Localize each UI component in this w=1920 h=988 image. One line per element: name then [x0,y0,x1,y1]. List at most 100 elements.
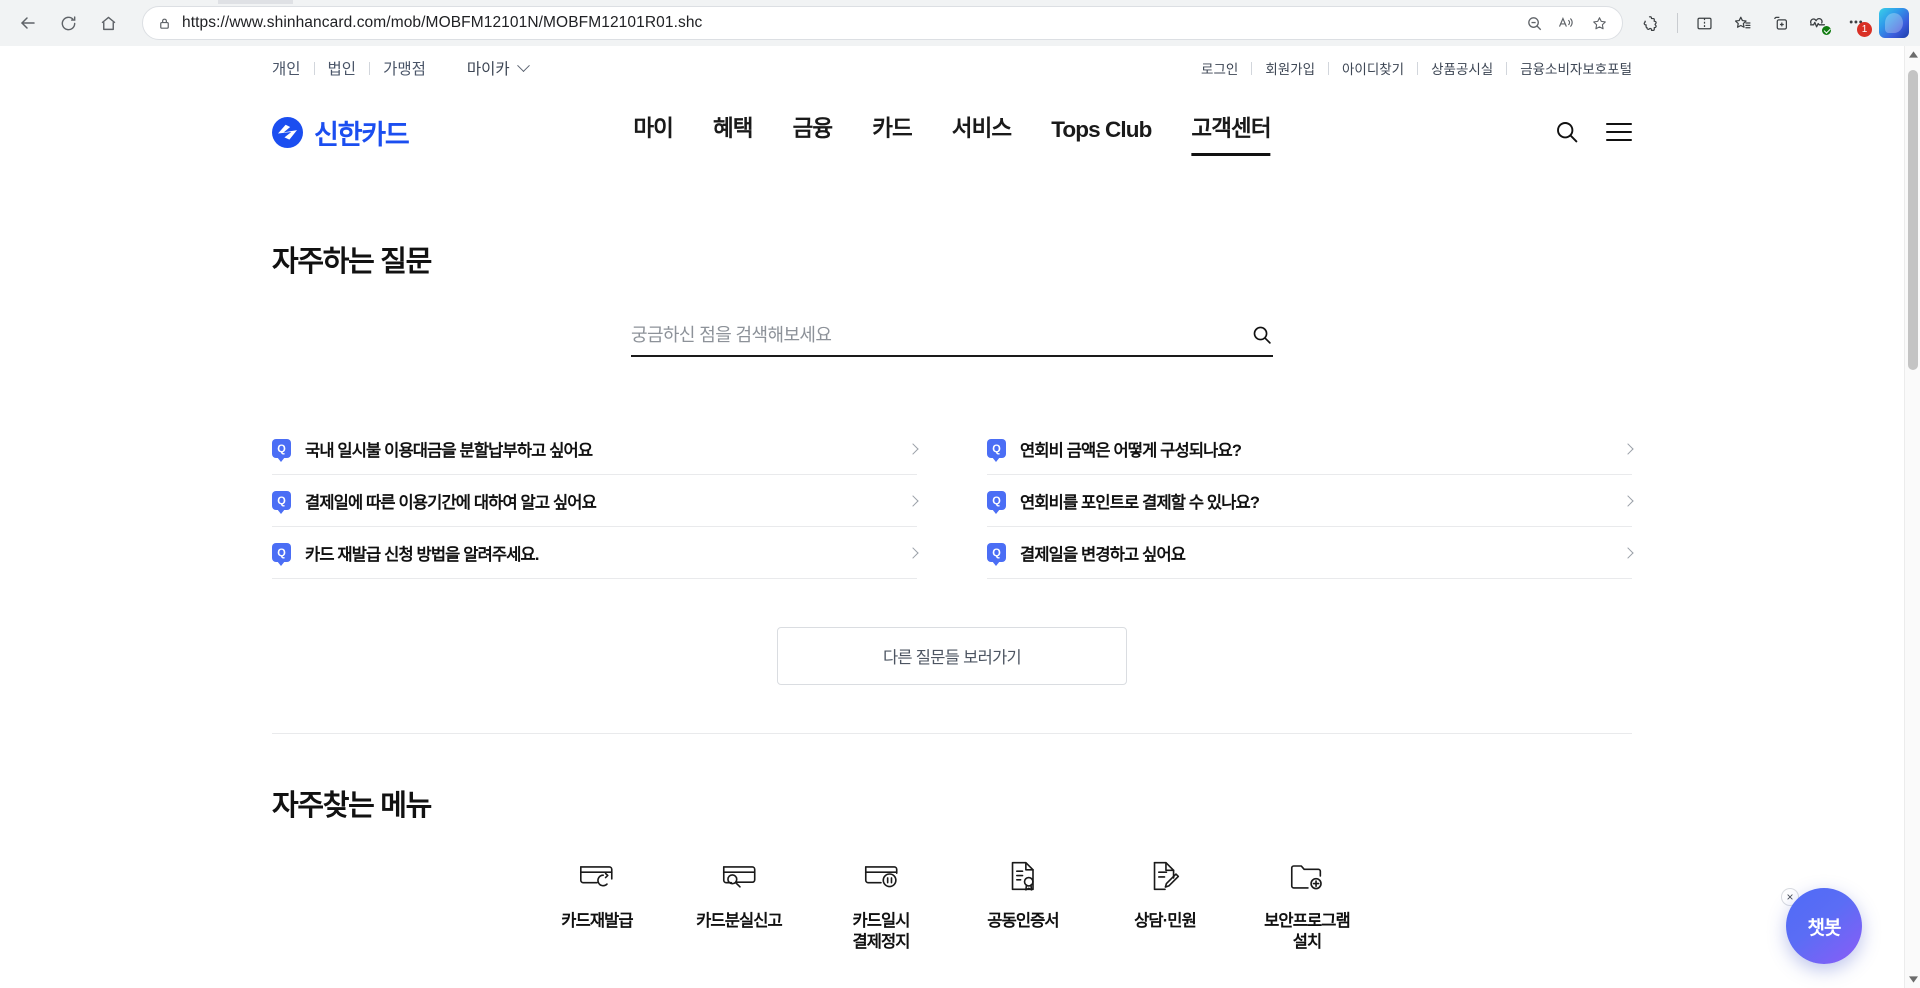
mycar-dropdown[interactable]: 마이카 [466,57,530,79]
read-aloud-icon[interactable] [1550,9,1582,37]
url-text: https://www.shinhancard.com/mob/MOBFM121… [182,14,703,31]
scroll-down-icon[interactable] [1905,971,1920,988]
header-actions [1554,119,1632,145]
quick-menu-item-joint-certificate[interactable]: 공동인증서 [952,854,1094,952]
link-consumer-protection-portal[interactable]: 금융소비자보호포털 [1507,58,1632,78]
card-loss-report-icon [718,854,760,898]
site-info-lock-icon[interactable] [157,16,172,31]
utility-nav-container: 개인 법인 가맹점 마이카 로그인 회원가입 아이디찾기 상품공시실 금융소비자… [272,46,1632,90]
favorite-star-icon[interactable] [1582,8,1616,38]
hamburger-menu-icon[interactable] [1606,123,1632,141]
quick-menu-label: 카드일시 결제정지 [852,912,910,951]
quick-menu-grid: 카드재발급 카드분실신고 카드일시 결제정지 공동인증서 상담·민원 보안프로그… [272,854,1632,952]
scroll-up-icon[interactable] [1905,46,1920,63]
chatbot-button[interactable]: 챗봇 [1786,888,1862,964]
faq-column-right: Q 연회비 금액은 어떻게 구성되나요? Q 연회비를 포인트로 결제할 수 있… [987,423,1634,579]
section-divider [272,733,1632,734]
scrollbar-thumb[interactable] [1908,70,1918,370]
link-product-disclosure[interactable]: 상품공시실 [1418,58,1506,78]
web-page: 개인 법인 가맹점 마이카 로그인 회원가입 아이디찾기 상품공시실 금융소비자… [0,46,1904,988]
segment-merchant[interactable]: 가맹점 [370,57,439,79]
quick-menu-item-card-reissue[interactable]: 카드재발급 [526,854,668,952]
consultation-complaint-icon [1144,854,1186,898]
faq-item-label: 연회비 금액은 어떻게 구성되나요? [1020,441,1242,460]
chevron-right-icon [907,494,919,507]
chevron-right-icon [1622,494,1634,507]
faq-list: Q 국내 일시불 이용대금을 분할납부하고 싶어요 Q 결제일에 따른 이용기간… [272,423,1634,579]
security-program-install-icon [1286,854,1328,898]
nav-item-finance[interactable]: 금융 [793,111,834,174]
question-badge-icon: Q [987,543,1006,566]
collections-icon[interactable] [1724,6,1760,40]
settings-and-more-icon[interactable]: 1 [1838,6,1874,40]
card-payment-pause-icon [860,854,902,898]
link-login[interactable]: 로그인 [1188,58,1251,78]
faq-item[interactable]: Q 연회비를 포인트로 결제할 수 있나요? [987,475,1634,527]
page-title: 자주하는 질문 [272,246,432,278]
nav-item-service[interactable]: 서비스 [952,111,1012,174]
quick-menu-label: 상담·민원 [1134,912,1197,930]
search-submit-icon[interactable] [1241,324,1273,346]
header-container: 신한카드 마이 혜택 금융 카드 서비스 Tops Club 고객센터 [272,90,1632,174]
site-logo[interactable]: 신한카드 [272,113,410,152]
page-viewport: 개인 법인 가맹점 마이카 로그인 회원가입 아이디찾기 상품공시실 금융소비자… [0,46,1920,988]
nav-item-my[interactable]: 마이 [633,111,674,174]
segment-corporate[interactable]: 법인 [315,57,370,79]
faq-search-box[interactable] [631,324,1273,357]
faq-item[interactable]: Q 카드 재발급 신청 방법을 알려주세요. [272,527,919,579]
quick-menu-item-consultation[interactable]: 상담·민원 [1094,854,1236,952]
tab-strip-edge [218,0,293,4]
question-badge-icon: Q [272,543,291,566]
faq-item[interactable]: Q 국내 일시불 이용대금을 분할납부하고 싶어요 [272,423,919,475]
mycar-label: 마이카 [466,61,510,78]
site-header: 신한카드 마이 혜택 금융 카드 서비스 Tops Club 고객센터 [272,90,1632,174]
quick-menu-item-security-program[interactable]: 보안프로그램 설치 [1236,854,1378,952]
add-tab-group-icon[interactable] [1762,6,1798,40]
logo-text: 신한카드 [314,119,410,150]
update-notification-badge: 1 [1857,22,1872,37]
faq-section: 자주하는 질문 Q 국내 일시불 이용대금을 분할납부하고 싶어요 Q 결제일에… [272,238,1634,952]
nav-item-card[interactable]: 카드 [872,111,913,174]
joint-certificate-icon [1002,854,1044,898]
faq-item-label: 연회비를 포인트로 결제할 수 있나요? [1020,493,1260,512]
question-badge-icon: Q [272,439,291,462]
chevron-right-icon [1622,546,1634,559]
chevron-down-icon [516,58,530,72]
quick-menu-label: 공동인증서 [987,912,1059,930]
link-signup[interactable]: 회원가입 [1252,58,1328,78]
question-badge-icon: Q [987,491,1006,514]
faq-item-label: 결제일을 변경하고 싶어요 [1020,545,1186,564]
question-badge-icon: Q [987,439,1006,462]
account-links: 로그인 회원가입 아이디찾기 상품공시실 금융소비자보호포털 [1188,58,1632,78]
zoom-out-icon[interactable] [1518,9,1550,37]
link-find-id[interactable]: 아이디찾기 [1329,58,1417,78]
faq-item[interactable]: Q 연회비 금액은 어떻게 구성되나요? [987,423,1634,475]
nav-item-tops-club[interactable]: Tops Club [1051,117,1152,174]
faq-item-label: 카드 재발급 신청 방법을 알려주세요. [305,545,539,564]
search-input[interactable] [631,324,1241,346]
page-scrollbar[interactable] [1904,46,1920,988]
extensions-puzzle-icon[interactable] [1633,6,1669,40]
split-screen-icon[interactable] [1686,6,1722,40]
faq-item[interactable]: Q 결제일에 따른 이용기간에 대하여 알고 싶어요 [272,475,919,527]
utility-nav: 개인 법인 가맹점 마이카 로그인 회원가입 아이디찾기 상품공시실 금융소비자… [272,46,1632,90]
question-badge-icon: Q [272,491,291,514]
address-bar[interactable]: https://www.shinhancard.com/mob/MOBFM121… [142,6,1623,40]
quick-menu-item-card-payment-pause[interactable]: 카드일시 결제정지 [810,854,952,952]
faq-item[interactable]: Q 결제일을 변경하고 싶어요 [987,527,1634,579]
nav-item-customer-center[interactable]: 고객센터 [1191,111,1272,174]
refresh-icon[interactable] [48,5,88,41]
browser-essentials-icon[interactable] [1800,6,1836,40]
search-icon[interactable] [1554,119,1580,145]
quick-menu-item-card-loss-report[interactable]: 카드분실신고 [668,854,810,952]
browser-actions: 1 [1633,6,1912,40]
main-navigation: 마이 혜택 금융 카드 서비스 Tops Club 고객센터 [633,90,1272,174]
faq-column-left: Q 국내 일시불 이용대금을 분할납부하고 싶어요 Q 결제일에 따른 이용기간… [272,423,919,579]
home-icon[interactable] [88,5,128,41]
faq-item-label: 결제일에 따른 이용기간에 대하여 알고 싶어요 [305,493,597,512]
copilot-icon[interactable] [1876,6,1912,40]
back-arrow-icon[interactable] [8,5,48,41]
view-more-questions-button[interactable]: 다른 질문들 보러가기 [777,627,1127,685]
nav-item-benefits[interactable]: 혜택 [713,111,754,174]
segment-personal[interactable]: 개인 [272,57,314,79]
